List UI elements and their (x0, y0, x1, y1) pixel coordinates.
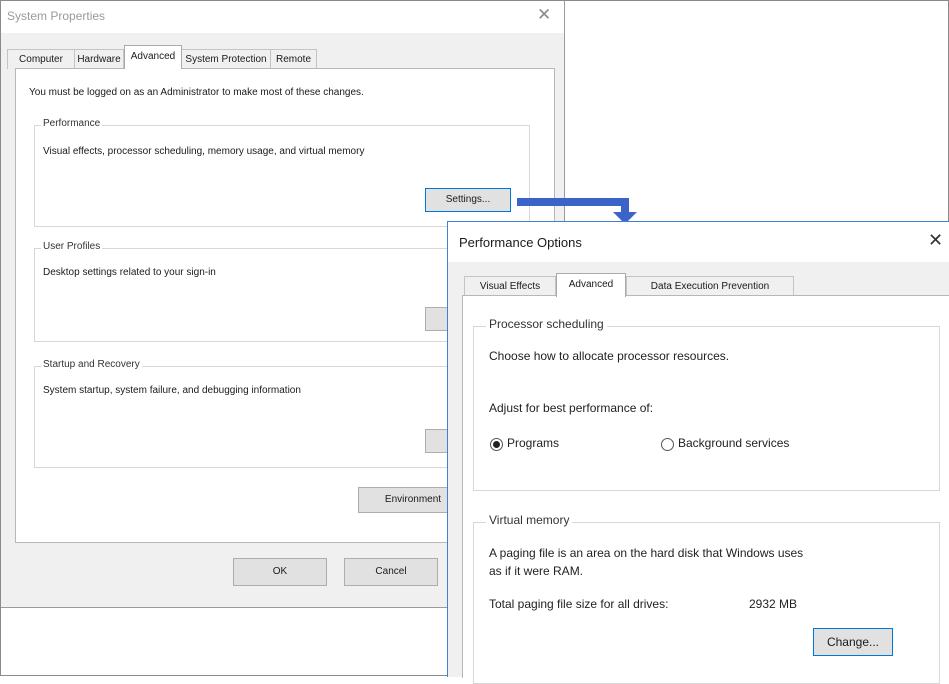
close-icon[interactable]: ✕ (537, 5, 551, 25)
performance-description: Visual effects, processor scheduling, me… (43, 146, 365, 157)
tab-system-protection[interactable]: System Protection (181, 49, 271, 69)
background-services-label[interactable]: Background services (678, 436, 789, 450)
admin-note: You must be logged on as an Administrato… (29, 87, 364, 98)
programs-label[interactable]: Programs (507, 436, 559, 450)
background-services-radio[interactable] (661, 438, 674, 451)
dialog-title: Performance Options (459, 235, 582, 250)
processor-scheduling-description: Choose how to allocate processor resourc… (489, 349, 730, 363)
close-icon[interactable]: ✕ (928, 230, 943, 251)
processor-scheduling-legend: Processor scheduling (486, 317, 607, 331)
tab-advanced[interactable]: Advanced (124, 45, 182, 69)
change-virtual-memory-button[interactable]: Change... (813, 628, 893, 656)
arrow-shaft-horizontal (517, 198, 629, 206)
dialog-title: System Properties (7, 9, 106, 23)
tab-hardware[interactable]: Hardware (74, 49, 124, 69)
title-bar: Performance Options ✕ (448, 222, 949, 262)
virtual-memory-legend: Virtual memory (486, 513, 573, 527)
tab-computer-name[interactable]: Computer Name (7, 49, 75, 84)
performance-group: Performance Visual effects, processor sc… (34, 118, 530, 227)
user-profiles-legend: User Profiles (41, 241, 103, 252)
performance-options-dialog: Performance Options ✕ Visual Effects Adv… (447, 221, 949, 684)
user-profiles-description: Desktop settings related to your sign-in (43, 267, 216, 278)
processor-scheduling-group: Processor scheduling Choose how to alloc… (473, 317, 940, 491)
programs-radio[interactable] (490, 438, 503, 451)
title-bar: System Properties ✕ (1, 1, 564, 33)
total-paging-file-label: Total paging file size for all drives: (489, 597, 669, 611)
tab-data-execution-prevention[interactable]: Data Execution Prevention (626, 276, 794, 296)
virtual-memory-description-line2: as if it were RAM. (489, 564, 584, 578)
tab-remote[interactable]: Remote (270, 49, 317, 69)
cancel-button[interactable]: Cancel (344, 558, 438, 586)
ok-button[interactable]: OK (233, 558, 327, 586)
adjust-performance-label: Adjust for best performance of: (489, 401, 654, 415)
performance-legend: Performance (41, 118, 103, 129)
virtual-memory-group: Virtual memory A paging file is an area … (473, 513, 940, 684)
startup-recovery-description: System startup, system failure, and debu… (43, 385, 301, 396)
performance-settings-button[interactable]: Settings... (425, 188, 511, 212)
startup-recovery-legend: Startup and Recovery (41, 359, 142, 370)
total-paging-file-value: 2932 MB (749, 597, 798, 611)
tab-advanced[interactable]: Advanced (556, 273, 626, 297)
tab-visual-effects[interactable]: Visual Effects (464, 276, 556, 296)
virtual-memory-description-line1: A paging file is an area on the hard dis… (489, 546, 804, 560)
